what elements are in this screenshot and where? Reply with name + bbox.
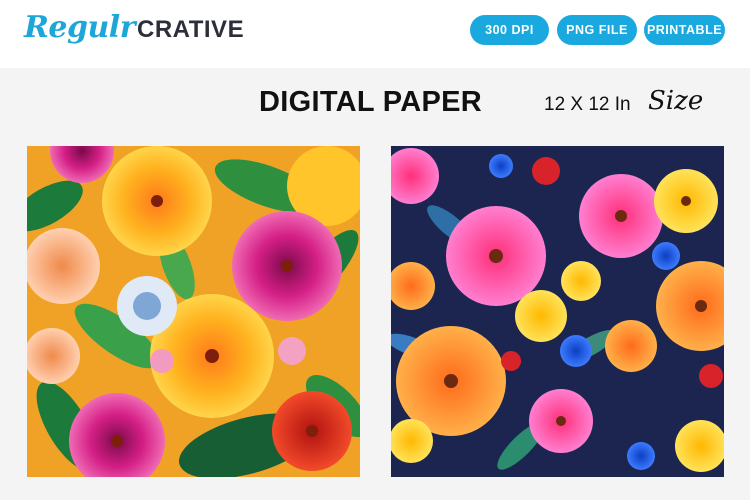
top-bar: Regulr CRATIVE 300 DPI PNG FILE PRINTABL… — [0, 0, 750, 68]
size-label: 12 X 12 In — [544, 94, 631, 115]
page-title: DIGITAL PAPER — [259, 86, 483, 118]
daisy-pattern-image — [391, 146, 724, 477]
tropical-pattern-art — [27, 146, 360, 477]
daisy-pattern-art — [391, 146, 724, 477]
brand-logo-caps: CRATIVE — [137, 16, 245, 43]
size-script-label: Size — [648, 86, 704, 116]
brand-logo[interactable]: Regulr CRATIVE — [24, 10, 244, 56]
tropical-pattern-image — [27, 146, 360, 477]
file-type-badge: PNG FILE — [557, 15, 637, 45]
printable-badge: PRINTABLE — [644, 15, 725, 45]
brand-logo-script: Regulr — [24, 10, 136, 45]
dpi-badge: 300 DPI — [470, 15, 549, 45]
